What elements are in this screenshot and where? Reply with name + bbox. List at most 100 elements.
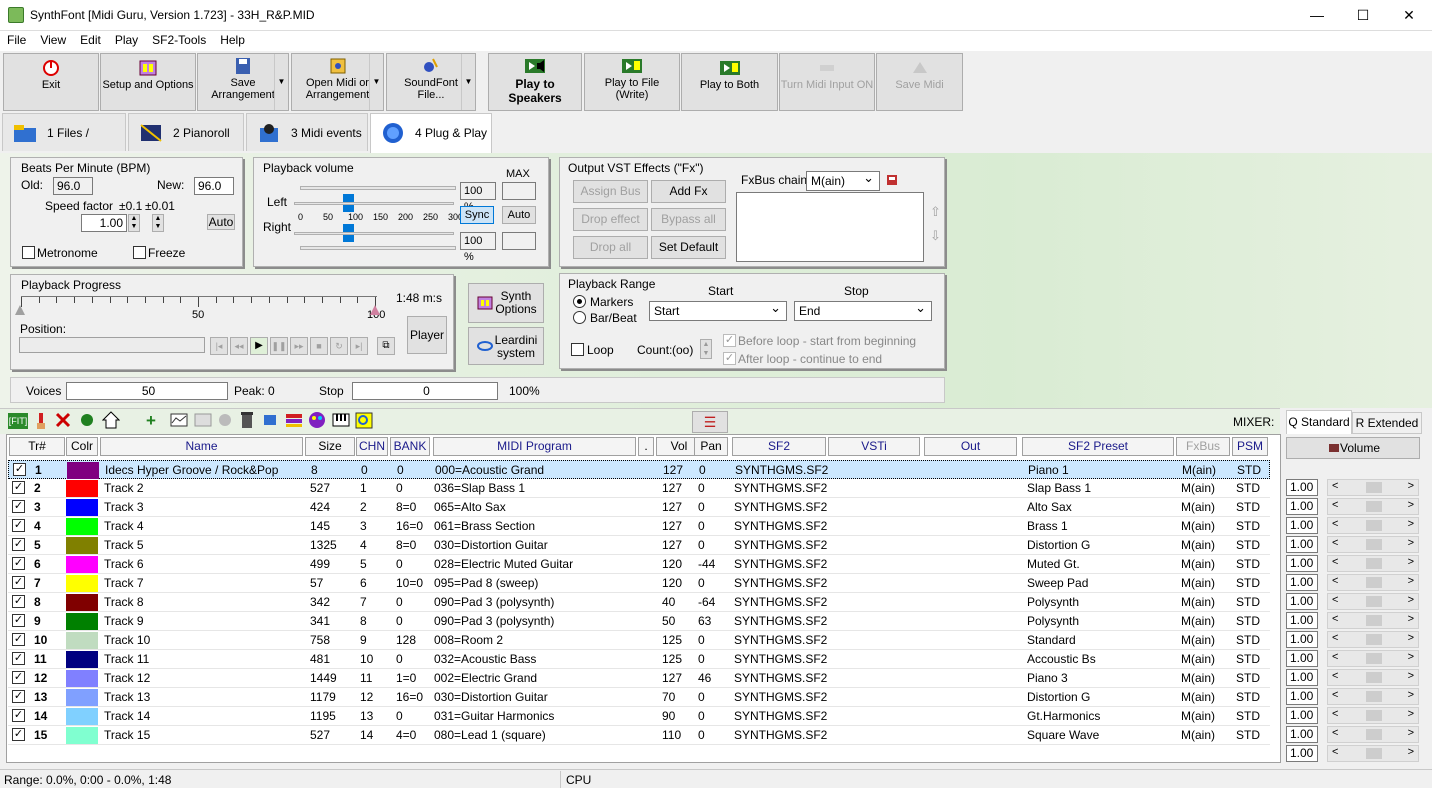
save-midi-button[interactable]: Save Midi — [876, 53, 963, 111]
exit-button[interactable]: Exit — [3, 53, 99, 111]
track-color-swatch[interactable] — [66, 480, 98, 497]
menu-help[interactable]: Help — [213, 31, 252, 49]
mixer-volume-input[interactable]: 1.00 — [1286, 745, 1318, 762]
track-enable-checkbox[interactable]: ✓ — [12, 538, 25, 551]
speed-factor-input[interactable]: 1.00 — [81, 214, 127, 232]
tab-pianoroll[interactable]: 2 Pianoroll — [128, 113, 244, 151]
fxbus-chain-select[interactable]: M(ain) — [806, 169, 880, 191]
fit-icon[interactable]: [FIT] — [8, 413, 28, 429]
col-color[interactable]: Colr — [66, 437, 98, 456]
track-color-swatch[interactable] — [66, 632, 98, 649]
loop-checkbox[interactable] — [571, 343, 584, 356]
transport-begin-icon[interactable]: |◂ — [210, 337, 228, 355]
col-chn[interactable]: CHN — [356, 437, 388, 456]
play-to-speakers-button[interactable]: Play to Speakers — [488, 53, 582, 111]
bypass-all-button[interactable]: Bypass all — [651, 208, 726, 231]
track-enable-checkbox[interactable]: ✓ — [12, 652, 25, 665]
menu-view[interactable]: View — [33, 31, 73, 49]
slider-right-arrow-icon[interactable]: > — [1408, 575, 1414, 587]
speed-coarse-spinner[interactable]: ▲ ▼ — [128, 214, 140, 232]
col-dot[interactable]: . — [638, 437, 654, 456]
track-enable-checkbox[interactable]: ✓ — [12, 671, 25, 684]
mixer-volume-slider[interactable]: < > — [1327, 745, 1419, 762]
mixer-volume-slider[interactable]: < > — [1327, 726, 1419, 743]
mixer-volume-slider[interactable]: < > — [1327, 612, 1419, 629]
slider-thumb[interactable] — [1366, 596, 1382, 607]
slider-right-arrow-icon[interactable]: > — [1408, 746, 1414, 758]
mixer-volume-input[interactable]: 1.00 — [1286, 498, 1318, 515]
start-marker-icon[interactable] — [15, 305, 25, 315]
col-size[interactable]: Size — [305, 437, 355, 456]
transport-forward-icon[interactable]: ▸▸ — [290, 337, 308, 355]
transport-stop-icon[interactable]: ■ — [310, 337, 328, 355]
position-bar[interactable] — [19, 337, 205, 353]
mixer-volume-slider[interactable]: < > — [1327, 536, 1419, 553]
slider-thumb[interactable] — [1366, 729, 1382, 740]
track-color-swatch[interactable] — [67, 462, 99, 479]
synth-options-button[interactable]: Synth Options — [468, 283, 544, 323]
mixer-volume-slider[interactable]: < > — [1327, 707, 1419, 724]
add-fx-button[interactable]: Add Fx — [651, 180, 726, 203]
menu-edit[interactable]: Edit — [73, 31, 108, 49]
after-loop-checkbox[interactable]: ✓ — [723, 352, 736, 365]
slider-left-arrow-icon[interactable]: < — [1332, 575, 1338, 587]
mixer-volume-input[interactable]: 1.00 — [1286, 631, 1318, 648]
add-track-icon[interactable]: + — [146, 411, 156, 431]
save-dropdown-arrow[interactable]: ▼ — [274, 54, 288, 110]
track-color-swatch[interactable] — [66, 689, 98, 706]
end-marker-icon[interactable] — [370, 305, 380, 315]
chart-gray-icon[interactable] — [194, 413, 212, 427]
mixer-volume-input[interactable]: 1.00 — [1286, 479, 1318, 496]
slider-left-arrow-icon[interactable]: < — [1332, 556, 1338, 568]
table-row[interactable]: ✓ 1 Idecs Hyper Groove / Rock&Pop 8 0 0 000=Ac… — [8, 460, 1270, 479]
slider-right-arrow-icon[interactable]: > — [1408, 689, 1414, 701]
track-enable-checkbox[interactable]: ✓ — [12, 633, 25, 646]
track-enable-checkbox[interactable]: ✓ — [12, 500, 25, 513]
mixer-volume-input[interactable]: 1.00 — [1286, 536, 1318, 553]
home-icon[interactable] — [102, 411, 120, 429]
menu-file[interactable]: File — [0, 31, 33, 49]
track-color-swatch[interactable] — [66, 518, 98, 535]
mixer-volume-slider[interactable]: < > — [1327, 574, 1419, 591]
slider-left-arrow-icon[interactable]: < — [1332, 613, 1338, 625]
mixer-volume-button[interactable]: Volume — [1286, 437, 1420, 459]
volume-auto-button[interactable]: Auto — [502, 206, 536, 224]
books-icon[interactable] — [285, 412, 303, 428]
soundfont-file-button[interactable]: SoundFont File... ▼ — [386, 53, 476, 111]
record-circle-icon[interactable] — [79, 412, 95, 428]
mixer-volume-input[interactable]: 1.00 — [1286, 517, 1318, 534]
table-row[interactable]: ✓ 10 Track 10 758 9 128 008=Room 2 125 0 SYNTHGMS… — [8, 631, 1270, 650]
track-color-swatch[interactable] — [66, 727, 98, 744]
col-fxbus[interactable]: FxBus — [1176, 437, 1230, 456]
tab-q-standard[interactable]: Q Standard — [1286, 410, 1352, 434]
track-color-swatch[interactable] — [66, 613, 98, 630]
track-color-swatch[interactable] — [66, 537, 98, 554]
set-default-button[interactable]: Set Default — [651, 236, 726, 259]
slider-left-arrow-icon[interactable]: < — [1332, 518, 1338, 530]
track-color-swatch[interactable] — [66, 670, 98, 687]
table-row[interactable]: ✓ 8 Track 8 342 7 0 090=Pad 3 (polysynth) 40 -64… — [8, 593, 1270, 612]
delete-x-icon[interactable] — [55, 412, 71, 428]
slider-left-arrow-icon[interactable]: < — [1332, 727, 1338, 739]
palette-icon[interactable] — [308, 411, 326, 429]
metronome-checkbox[interactable] — [22, 246, 35, 259]
maximize-button[interactable]: ☐ — [1340, 0, 1386, 31]
track-color-swatch[interactable] — [66, 594, 98, 611]
slider-right-arrow-icon[interactable]: > — [1408, 499, 1414, 511]
track-enable-checkbox[interactable]: ✓ — [12, 728, 25, 741]
table-row[interactable]: ✓ 3 Track 3 424 2 8=0 065=Alto Sax 127 0 SYNTHGMS… — [8, 498, 1270, 517]
turn-midi-input-button[interactable]: Turn Midi Input ON — [779, 53, 875, 111]
bpm-auto-button[interactable]: Auto — [207, 214, 235, 230]
table-row[interactable]: ✓ 14 Track 14 1195 13 0 031=Guitar Harmonics 90… — [8, 707, 1270, 726]
tab-r-extended[interactable]: R Extended — [1352, 412, 1422, 434]
mixer-volume-input[interactable]: 1.00 — [1286, 612, 1318, 629]
track-enable-checkbox[interactable]: ✓ — [13, 463, 26, 476]
table-row[interactable]: ✓ 6 Track 6 499 5 0 028=Electric Muted Guitar 1… — [8, 555, 1270, 574]
mixer-volume-input[interactable]: 1.00 — [1286, 726, 1318, 743]
chart-icon[interactable] — [170, 413, 188, 427]
slider-left-arrow-icon[interactable]: < — [1332, 689, 1338, 701]
move-down-icon[interactable]: ⇩ — [930, 228, 941, 244]
track-enable-checkbox[interactable]: ✓ — [12, 557, 25, 570]
table-row[interactable]: ✓ 5 Track 5 1325 4 8=0 030=Distortion Guitar 12… — [8, 536, 1270, 555]
track-enable-checkbox[interactable]: ✓ — [12, 519, 25, 532]
